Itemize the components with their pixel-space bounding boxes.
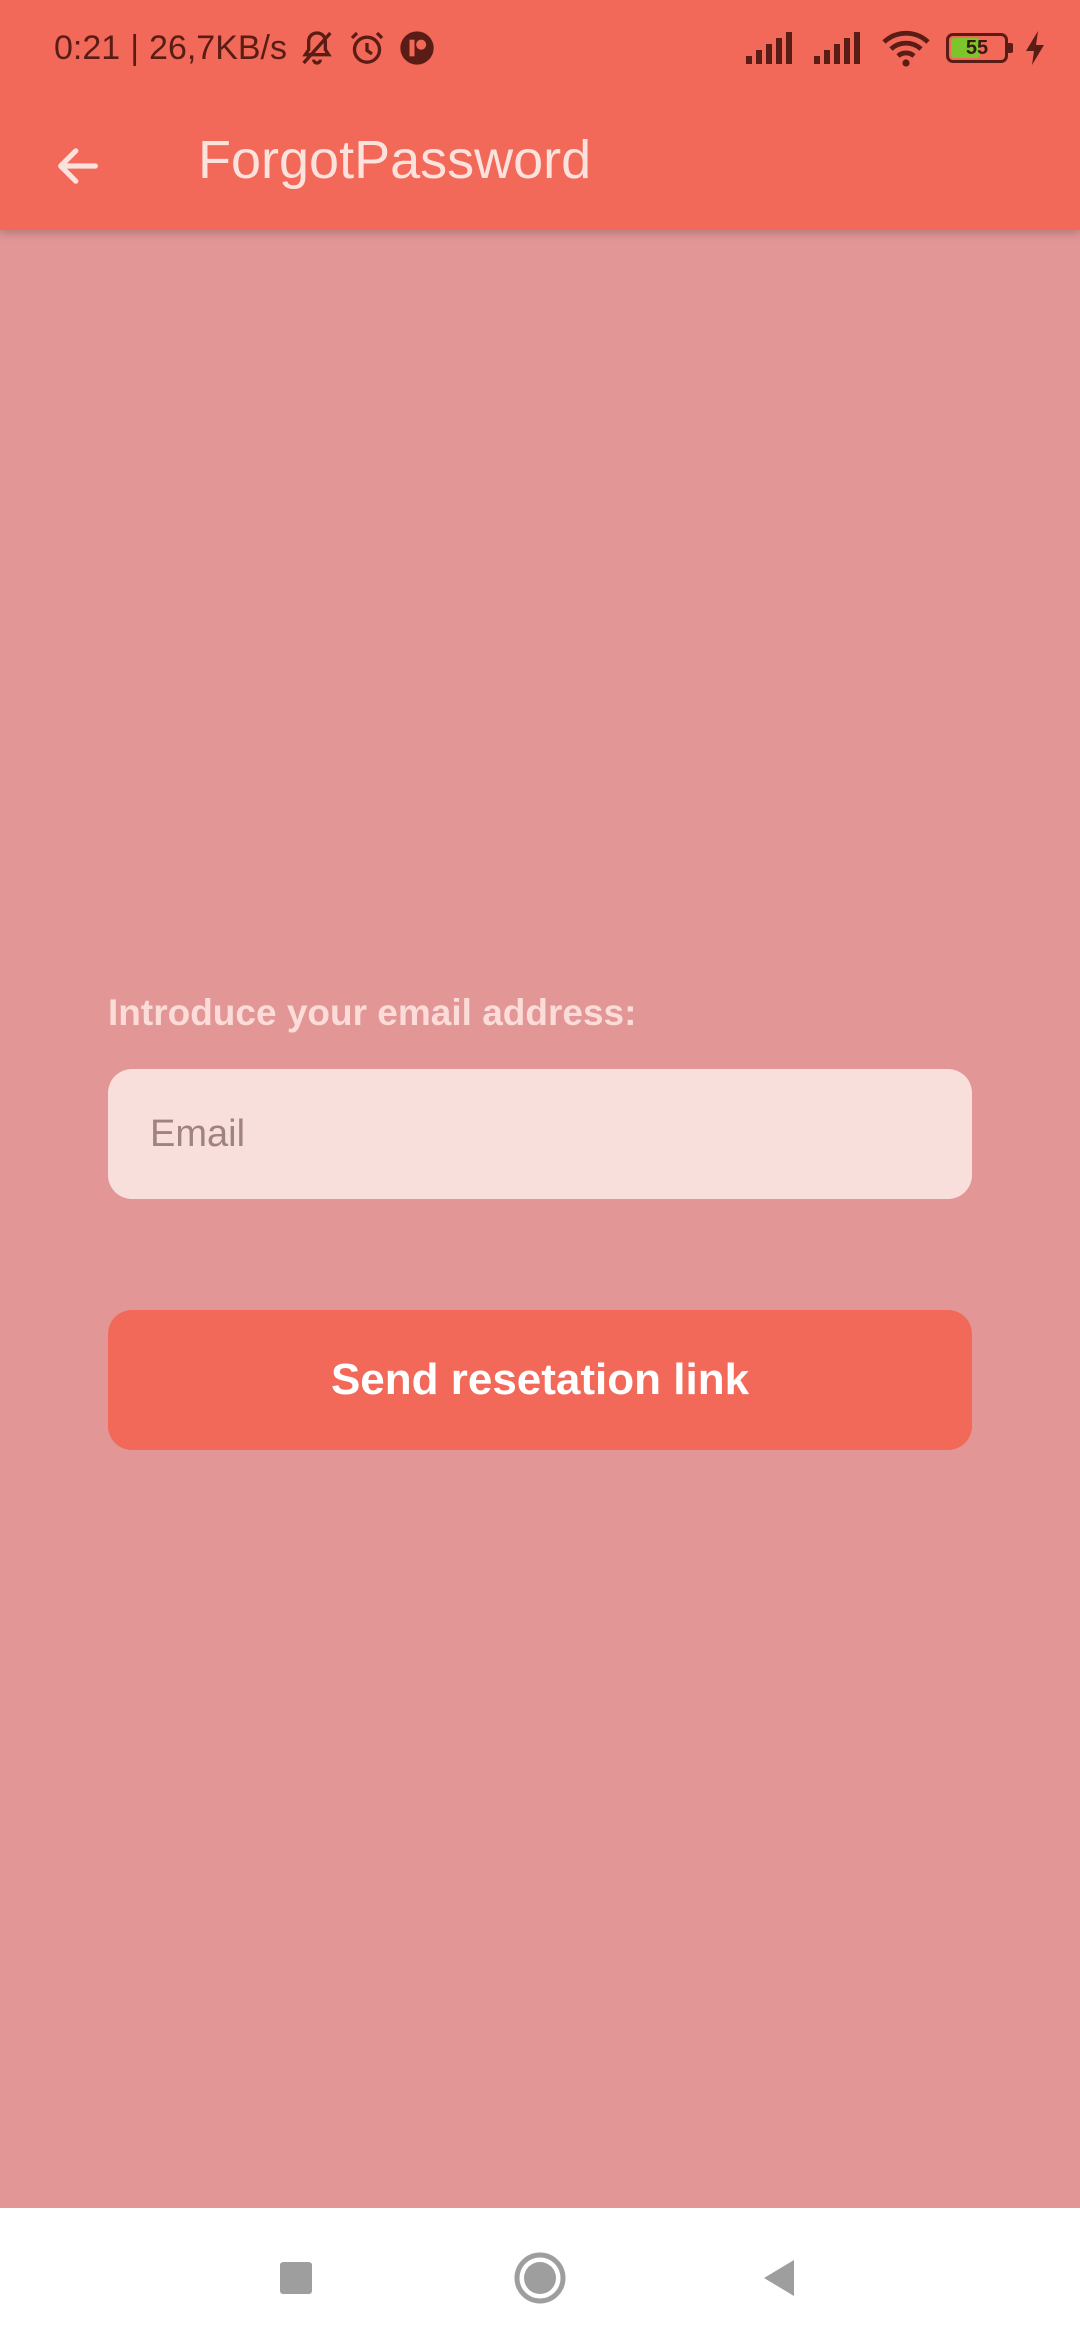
- nav-back-button[interactable]: [740, 2238, 820, 2318]
- app-notification-icon: [397, 28, 437, 68]
- charging-icon: [1024, 31, 1046, 65]
- status-bar: 0:21 | 26,7KB/s 55: [0, 0, 1080, 96]
- email-label: Introduce your email address:: [108, 992, 637, 1033]
- signal-icon: [746, 32, 798, 64]
- header: 0:21 | 26,7KB/s 55 ForgotPassword: [0, 0, 1080, 230]
- status-time: 0:21: [54, 28, 121, 67]
- signal-icon: [814, 32, 866, 64]
- send-reset-link-button[interactable]: Send resetation link: [108, 1310, 972, 1450]
- email-field[interactable]: [108, 1069, 972, 1199]
- back-button[interactable]: [38, 126, 118, 206]
- battery-level: 55: [965, 36, 989, 59]
- status-left: 0:21 | 26,7KB/s: [54, 24, 437, 72]
- battery-icon: 55: [946, 33, 1013, 63]
- recents-square-icon: [280, 2262, 312, 2294]
- forgot-password-form: Introduce your email address: Send reset…: [0, 230, 1080, 2208]
- system-nav-bar: [0, 2208, 1080, 2340]
- arrow-left-icon: [58, 148, 98, 184]
- recents-button[interactable]: [256, 2238, 336, 2318]
- status-separator: |: [130, 28, 140, 67]
- back-triangle-icon: [764, 2260, 794, 2296]
- bell-muted-icon: [297, 28, 337, 68]
- status-right: 55: [746, 24, 1046, 72]
- app-bar: ForgotPassword: [0, 96, 1080, 230]
- home-circle-icon: [514, 2252, 566, 2304]
- page-title: ForgotPassword: [198, 130, 592, 190]
- alarm-icon: [347, 28, 387, 68]
- battery-tip: [1008, 43, 1013, 53]
- wifi-icon: [882, 28, 930, 68]
- status-network-speed: 26,7KB/s: [149, 28, 288, 67]
- home-button[interactable]: [500, 2238, 580, 2318]
